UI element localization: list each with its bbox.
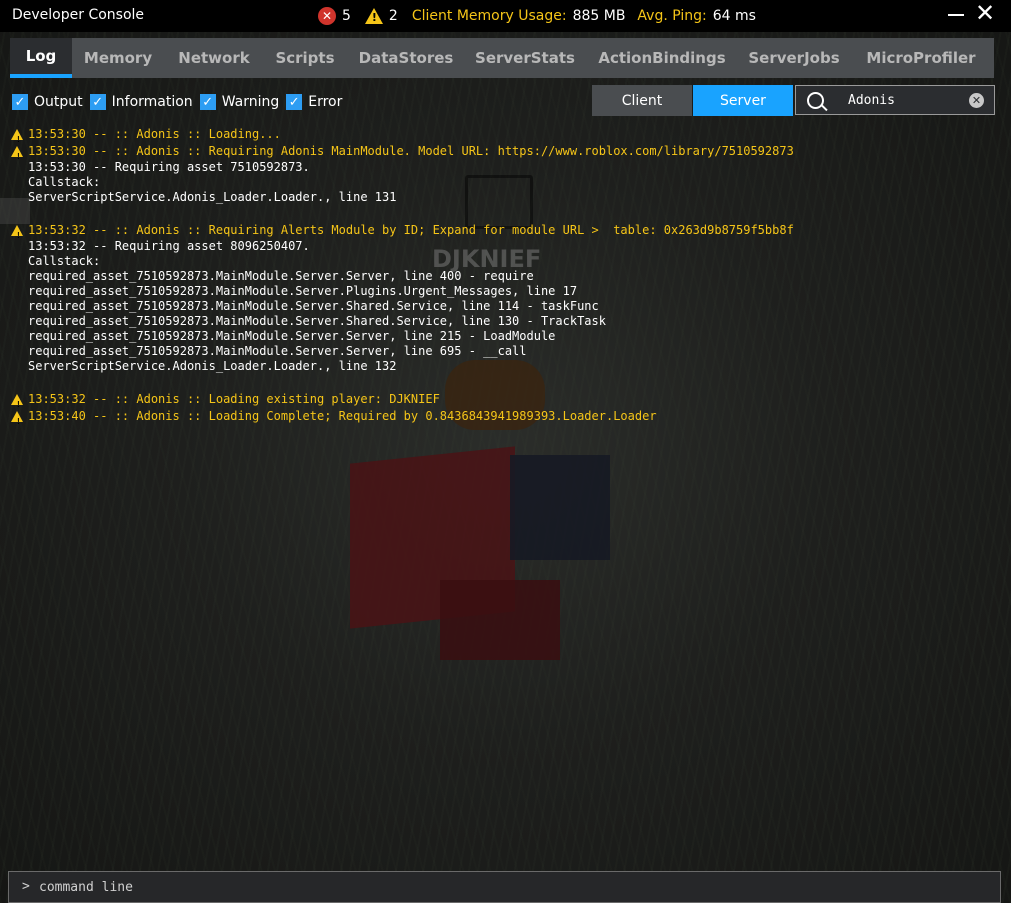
log-line-output: Callstack:	[28, 254, 101, 268]
log-line-warning: 13:53:32 -- :: Adonis :: Loading existin…	[10, 391, 1000, 413]
warning-icon	[364, 8, 383, 24]
tab-serverjobs[interactable]: ServerJobs	[740, 38, 848, 78]
log-line-output: required_asset_7510592873.MainModule.Ser…	[28, 269, 534, 283]
command-line-input[interactable]	[39, 878, 979, 896]
log-text: 13:53:30 -- :: Adonis :: Requiring Adoni…	[28, 144, 794, 158]
information-checkbox[interactable]: ✓	[89, 94, 106, 110]
log-line-output: required_asset_7510592873.MainModule.Ser…	[28, 329, 556, 343]
information-label: Information	[111, 94, 193, 110]
log-line-output: Callstack:	[28, 175, 101, 189]
clear-search-icon[interactable]: ✕	[969, 93, 984, 108]
log-entry: 13:53:32 -- :: Adonis :: Loading existin…	[10, 391, 1000, 430]
log-entry: 13:53:32 -- :: Adonis :: Requiring Alert…	[10, 222, 1000, 374]
close-button[interactable]: ✕	[975, 0, 996, 27]
log-line-warning: 13:53:32 -- :: Adonis :: Requiring Alert…	[10, 222, 1000, 244]
title-bar[interactable]: Developer Console ✕ 5 2 Client Memory Us…	[0, 0, 1011, 32]
tab-serverstats[interactable]: ServerStats	[466, 38, 584, 78]
log-line-output: required_asset_7510592873.MainModule.Ser…	[28, 344, 527, 358]
error-checkbox[interactable]: ✓	[286, 94, 303, 110]
log-text: 13:53:30 -- :: Adonis :: Loading...	[28, 127, 281, 141]
warning-icon	[11, 146, 23, 165]
warning-checkbox[interactable]: ✓	[199, 94, 216, 110]
tab-network[interactable]: Network	[164, 38, 264, 78]
window-title: Developer Console	[12, 7, 145, 23]
warning-icon	[11, 225, 23, 244]
log-output[interactable]: 13:53:30 -- :: Adonis :: Loading... 13:5…	[10, 126, 1000, 442]
close-icon: ✕	[975, 0, 996, 27]
server-toggle-button[interactable]: Server	[693, 85, 793, 116]
ping-label: Avg. Ping:	[637, 8, 707, 24]
log-text: 13:53:40 -- :: Adonis :: Loading Complet…	[28, 409, 657, 423]
tab-datastores[interactable]: DataStores	[346, 38, 466, 78]
tab-bar: Log Memory Network Scripts DataStores Se…	[10, 38, 994, 78]
tab-scripts[interactable]: Scripts	[264, 38, 346, 78]
warning-icon	[11, 411, 23, 430]
tab-microprofiler[interactable]: MicroProfiler	[848, 38, 994, 78]
warning-label: Warning	[221, 94, 280, 110]
ping-value: 64 ms	[712, 8, 756, 24]
client-toggle-button[interactable]: Client	[592, 85, 692, 116]
command-prompt: >	[22, 879, 30, 894]
tab-log[interactable]: Log	[10, 38, 72, 78]
output-checkbox[interactable]: ✓	[12, 94, 28, 110]
warning-icon	[11, 129, 23, 148]
avatar-legs	[440, 580, 560, 660]
log-text: 13:53:32 -- :: Adonis :: Loading existin…	[28, 392, 440, 406]
log-search-box: ✕	[795, 85, 995, 115]
error-count: 5	[342, 8, 351, 24]
log-line-output: required_asset_7510592873.MainModule.Ser…	[28, 314, 606, 328]
log-line-output: ServerScriptService.Adonis_Loader.Loader…	[28, 190, 397, 204]
avatar-side	[510, 455, 610, 560]
stats-bar: ✕ 5 2 Client Memory Usage: 885 MB Avg. P…	[318, 6, 768, 26]
log-line-warning: 13:53:30 -- :: Adonis :: Requiring Adoni…	[10, 143, 1000, 165]
log-line-output: 13:53:32 -- Requiring asset 8096250407.	[28, 239, 310, 253]
tab-actionbindings[interactable]: ActionBindings	[584, 38, 740, 78]
log-line-output: required_asset_7510592873.MainModule.Ser…	[28, 284, 578, 298]
log-line-output: 13:53:30 -- Requiring asset 7510592873.	[28, 160, 310, 174]
warning-icon	[11, 394, 23, 413]
log-entry: 13:53:30 -- :: Adonis :: Loading... 13:5…	[10, 126, 1000, 205]
log-filters: ✓ Output ✓ Information ✓ Warning ✓ Error	[12, 93, 349, 111]
tab-memory[interactable]: Memory	[72, 38, 164, 78]
warning-count: 2	[388, 8, 398, 24]
error-icon: ✕	[318, 7, 336, 25]
log-line-warning: 13:53:40 -- :: Adonis :: Loading Complet…	[10, 408, 1000, 430]
search-input[interactable]	[848, 91, 958, 109]
error-label: Error	[308, 94, 343, 110]
log-line-output: required_asset_7510592873.MainModule.Ser…	[28, 299, 599, 313]
log-line-warning: 13:53:30 -- :: Adonis :: Loading...	[10, 126, 1000, 148]
minimize-button[interactable]	[948, 14, 964, 16]
memory-value: 885 MB	[572, 8, 626, 24]
avatar-torso	[350, 446, 515, 629]
log-text: 13:53:32 -- :: Adonis :: Requiring Alert…	[28, 223, 794, 237]
log-line-output: ServerScriptService.Adonis_Loader.Loader…	[28, 359, 397, 373]
output-label: Output	[34, 94, 83, 110]
memory-label: Client Memory Usage:	[411, 8, 567, 24]
search-icon	[807, 92, 824, 109]
command-line-bar: >	[8, 871, 1001, 903]
